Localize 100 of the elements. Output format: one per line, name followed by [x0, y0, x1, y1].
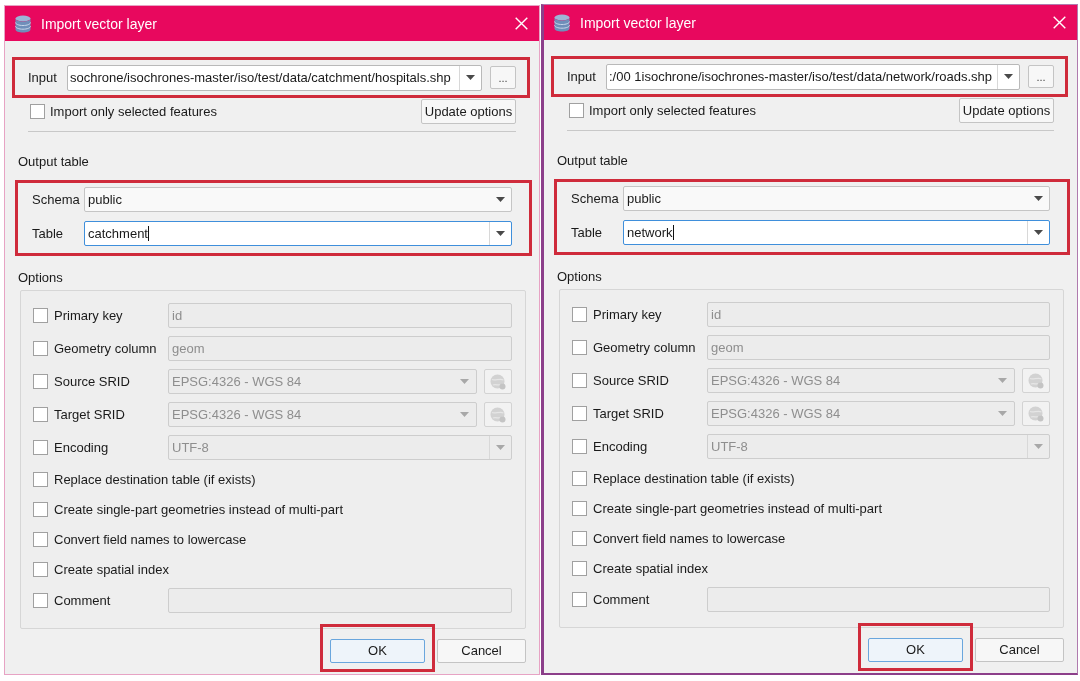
caret-icon	[459, 412, 469, 417]
option-label: Source SRID	[54, 374, 130, 389]
checkbox[interactable]	[33, 501, 48, 517]
field-label: Schema	[32, 192, 81, 207]
option-label: Target SRID	[593, 406, 664, 421]
option-label: Geometry column	[593, 340, 696, 355]
dropdown-field[interactable]: network	[623, 220, 1050, 245]
dropdown-field[interactable]: public	[84, 187, 512, 212]
caret-icon	[496, 445, 505, 450]
checkbox[interactable]	[572, 470, 587, 486]
section-heading: Output table	[556, 153, 629, 168]
close-icon	[1052, 16, 1066, 29]
option-label: Source SRID	[593, 373, 669, 388]
update-options-button[interactable]: Update options	[421, 99, 516, 124]
section-heading: Output table	[17, 154, 90, 169]
file-path-dropdown[interactable]: sochrone/isochrones-master/iso/test/data/catchment/hospitals.shp	[67, 64, 482, 91]
caret-icon	[496, 231, 505, 236]
checkbox[interactable]	[572, 500, 587, 516]
checkbox[interactable]	[572, 340, 587, 355]
text-cursor	[148, 226, 149, 241]
checkbox[interactable]	[30, 104, 45, 119]
field-label: Schema	[571, 191, 620, 206]
option-label: Primary key	[593, 307, 662, 322]
option-label: Convert field names to lowercase	[593, 530, 786, 546]
dropdown-field[interactable]: catchment	[84, 221, 512, 246]
text-field[interactable]	[707, 587, 1050, 612]
window-title: Import vector layer	[41, 15, 158, 32]
checkbox[interactable]	[33, 440, 48, 455]
checkbox[interactable]	[33, 308, 48, 323]
browse-button[interactable]: ...	[1028, 65, 1054, 88]
section-heading: Options	[17, 270, 64, 285]
option-label: Replace destination table (if exists)	[593, 470, 795, 486]
checkbox-label: Import only selected features	[589, 103, 757, 118]
caret-icon	[997, 411, 1007, 416]
checkbox[interactable]	[33, 593, 48, 608]
checkbox[interactable]	[572, 373, 587, 388]
text-cursor	[672, 225, 674, 240]
projection-button[interactable]	[484, 369, 512, 394]
option-label: Comment	[54, 593, 111, 608]
checkbox[interactable]	[572, 592, 587, 607]
dropdown-field[interactable]: public	[623, 186, 1050, 211]
projection-button[interactable]	[484, 402, 512, 427]
checkbox[interactable]	[33, 374, 48, 389]
checkbox[interactable]	[572, 560, 587, 576]
text-field[interactable]	[168, 588, 512, 613]
field-label: Table	[571, 225, 604, 240]
close-button[interactable]	[513, 15, 529, 32]
option-label: Encoding	[54, 440, 109, 455]
close-icon	[514, 17, 528, 30]
dialog-button[interactable]: Cancel	[437, 638, 526, 663]
dialog-button[interactable]: Cancel	[975, 637, 1064, 662]
option-label: Create spatial index	[54, 561, 169, 577]
dialog-button[interactable]: OK	[330, 638, 425, 663]
option-label: Comment	[593, 592, 650, 607]
field-label: Input	[28, 70, 58, 85]
caret-icon	[459, 379, 469, 384]
option-label: Geometry column	[54, 341, 157, 356]
projection-button[interactable]	[1022, 401, 1050, 426]
checkbox[interactable]	[33, 531, 48, 547]
checkbox[interactable]	[33, 561, 48, 577]
section-heading: Options	[556, 269, 603, 284]
globe-icon	[1028, 405, 1044, 422]
checkbox[interactable]	[33, 407, 48, 422]
globe-icon	[1028, 372, 1044, 389]
caret-icon	[1004, 74, 1013, 79]
update-options-button[interactable]: Update options	[959, 98, 1054, 123]
field-label: Input	[567, 69, 597, 84]
checkbox[interactable]	[572, 530, 587, 546]
projection-button[interactable]	[1022, 368, 1050, 393]
checkbox[interactable]	[572, 307, 587, 322]
option-label: Create single-part geometries instead of multi-part	[593, 500, 883, 516]
database-icon	[15, 14, 31, 33]
database-icon	[554, 13, 570, 32]
checkbox[interactable]	[572, 439, 587, 454]
checkbox[interactable]	[572, 406, 587, 421]
globe-icon	[490, 373, 506, 390]
option-label: Primary key	[54, 308, 123, 323]
option-label: Replace destination table (if exists)	[54, 471, 256, 487]
caret-icon	[1034, 230, 1043, 235]
option-label: Create single-part geometries instead of multi-part	[54, 501, 344, 517]
checkbox[interactable]	[33, 471, 48, 487]
option-label: Target SRID	[54, 407, 125, 422]
dialog-button[interactable]: OK	[868, 637, 963, 662]
close-button[interactable]	[1051, 14, 1067, 31]
option-label: Create spatial index	[593, 560, 708, 576]
caret-icon	[495, 197, 505, 202]
checkbox[interactable]	[33, 341, 48, 356]
caret-icon	[466, 75, 475, 80]
checkbox-label: Import only selected features	[50, 104, 218, 119]
option-label: Convert field names to lowercase	[54, 531, 247, 547]
option-label: Encoding	[593, 439, 648, 454]
checkbox[interactable]	[569, 103, 584, 118]
caret-icon	[1033, 196, 1043, 201]
globe-icon	[490, 406, 506, 423]
caret-icon	[1034, 444, 1043, 449]
caret-icon	[997, 378, 1007, 383]
browse-button[interactable]: ...	[490, 66, 516, 89]
file-path-dropdown[interactable]: :/00 1isochrone/isochrones-master/iso/test/data/network/roads.shp	[606, 63, 1020, 90]
window-title: Import vector layer	[580, 14, 697, 31]
field-label: Table	[32, 226, 65, 241]
